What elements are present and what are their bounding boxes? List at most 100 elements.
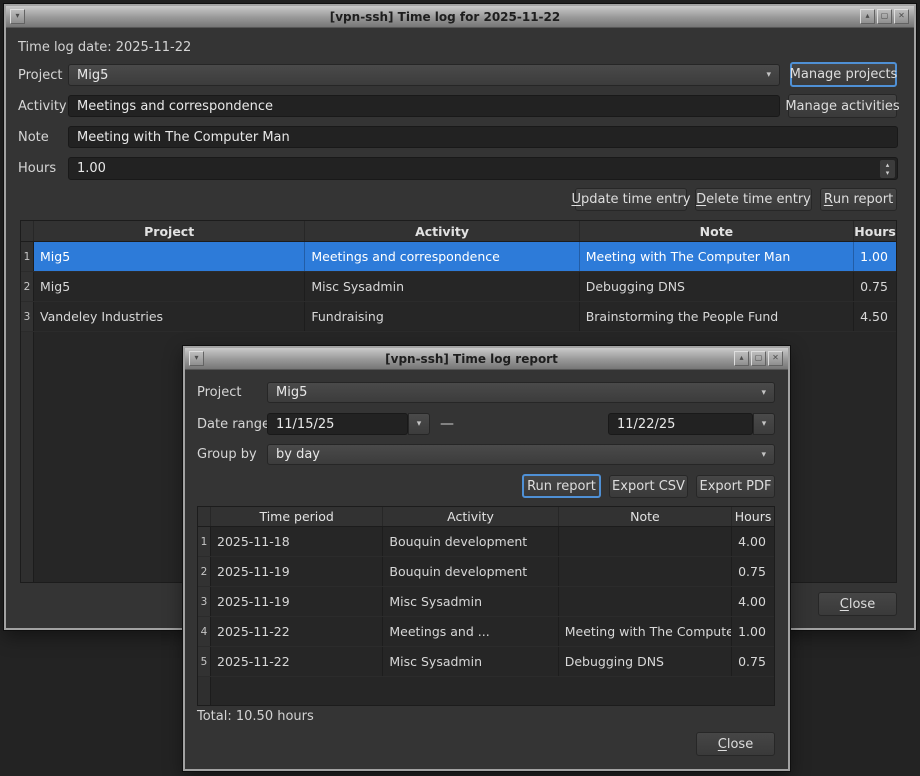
cell-note: Meeting with The Computer Man [580, 242, 854, 271]
col-header-note[interactable]: Note [559, 507, 732, 526]
cell-hours: 1.00 [854, 242, 896, 271]
export-csv-label: Export CSV [612, 479, 685, 494]
window-menu-icon[interactable]: ▾ [10, 9, 25, 24]
maximize-icon[interactable]: ▢ [751, 351, 766, 366]
chevron-down-icon: ▾ [762, 419, 767, 429]
report-project-combobox[interactable]: Mig5 ▾ [267, 382, 775, 403]
col-header-activity[interactable]: Activity [305, 221, 579, 241]
shade-icon[interactable]: ▴ [860, 9, 875, 24]
spinner-buttons[interactable]: ▴ ▾ [880, 160, 895, 178]
report-titlebar[interactable]: ▾ [vpn-ssh] Time log report ▴ ▢ ✕ [185, 348, 788, 370]
cell-note [559, 557, 732, 586]
close-icon[interactable]: ✕ [894, 9, 909, 24]
row-header-strip [198, 677, 211, 705]
report-window: ▾ [vpn-ssh] Time log report ▴ ▢ ✕ Projec… [183, 346, 790, 771]
report-table-row[interactable]: 5 2025-11-22 Misc Sysadmin Debugging DNS… [198, 647, 774, 677]
cell-note: Brainstorming the People Fund [580, 302, 854, 331]
row-number: 1 [21, 242, 34, 271]
row-number: 2 [198, 557, 211, 586]
group-by-value: by day [276, 447, 320, 462]
cell-note: Debugging DNS [580, 272, 854, 301]
cell-time-period: 2025-11-22 [211, 647, 383, 676]
group-by-combobox[interactable]: by day ▾ [267, 444, 775, 465]
update-label: pdate time entry [581, 192, 691, 207]
main-close-button[interactable]: Close [818, 592, 897, 616]
cell-project: Mig5 [34, 242, 305, 271]
window-menu-icon[interactable]: ▾ [189, 351, 204, 366]
col-header-time-period[interactable]: Time period [211, 507, 383, 526]
note-input[interactable]: Meeting with The Computer Man [68, 126, 898, 148]
time-log-date-text: Time log date: 2025-11-22 [18, 39, 191, 55]
export-csv-button[interactable]: Export CSV [609, 475, 688, 498]
date-from-input[interactable]: 11/15/25 [267, 413, 408, 435]
cell-time-period: 2025-11-19 [211, 587, 383, 616]
cell-activity: Meetings and ... [383, 617, 558, 646]
run-report-button[interactable]: Run report [820, 188, 897, 211]
activity-input-value: Meetings and correspondence [77, 99, 273, 114]
col-header-hours[interactable]: Hours [854, 221, 896, 241]
cell-hours: 0.75 [854, 272, 896, 301]
export-pdf-label: Export PDF [699, 479, 771, 494]
project-combobox[interactable]: Mig5 ▾ [68, 64, 780, 86]
row-number: 3 [198, 587, 211, 616]
report-table-row[interactable]: 3 2025-11-19 Misc Sysadmin 4.00 [198, 587, 774, 617]
row-number: 3 [21, 302, 34, 331]
update-mnemonic: U [571, 192, 581, 207]
cell-activity: Misc Sysadmin [383, 587, 558, 616]
col-header-project[interactable]: Project [34, 221, 305, 241]
maximize-icon[interactable]: ▢ [877, 9, 892, 24]
report-table-row[interactable]: 2 2025-11-19 Bouquin development 0.75 [198, 557, 774, 587]
date-range-label: Date range [197, 413, 270, 435]
hours-spinbox[interactable]: 1.00 ▴ ▾ [68, 157, 898, 180]
group-by-label: Group by [197, 444, 257, 465]
main-titlebar[interactable]: ▾ [vpn-ssh] Time log for 2025-11-22 ▴ ▢ … [6, 6, 914, 28]
manage-projects-button[interactable]: Manage projects [790, 62, 897, 87]
report-project-label: Project [197, 382, 241, 403]
col-header-note[interactable]: Note [580, 221, 854, 241]
report-table: Time period Activity Note Hours 1 2025-1… [197, 506, 775, 706]
update-time-entry-button[interactable]: Update time entry [575, 188, 687, 211]
report-window-title: [vpn-ssh] Time log report [215, 348, 728, 369]
cell-hours: 0.75 [732, 557, 774, 586]
date-from-dropdown-button[interactable]: ▾ [408, 413, 430, 435]
shade-icon[interactable]: ▴ [734, 351, 749, 366]
spin-down-icon[interactable]: ▾ [886, 169, 890, 177]
note-input-value: Meeting with The Computer Man [77, 130, 290, 145]
chevron-down-icon: ▾ [417, 419, 422, 429]
table-row[interactable]: 2 Mig5 Misc Sysadmin Debugging DNS 0.75 [21, 272, 896, 302]
delete-time-entry-button[interactable]: Delete time entry [695, 188, 812, 211]
report-run-report-button[interactable]: Run report [522, 474, 601, 498]
spin-up-icon[interactable]: ▴ [886, 161, 890, 169]
cell-project: Mig5 [34, 272, 305, 301]
cell-note [559, 527, 732, 556]
run-report-mnemonic: R [824, 192, 833, 207]
date-to-input[interactable]: 11/22/25 [608, 413, 753, 435]
table-row[interactable]: 1 Mig5 Meetings and correspondence Meeti… [21, 242, 896, 272]
date-to-dropdown-button[interactable]: ▾ [753, 413, 775, 435]
cell-note: Debugging DNS [559, 647, 732, 676]
hours-spinbox-value: 1.00 [77, 161, 106, 176]
cell-hours: 4.50 [854, 302, 896, 331]
report-table-row[interactable]: 4 2025-11-22 Meetings and ... Meeting wi… [198, 617, 774, 647]
col-header-activity[interactable]: Activity [383, 507, 558, 526]
cell-time-period: 2025-11-18 [211, 527, 383, 556]
cell-time-period: 2025-11-22 [211, 617, 383, 646]
activity-input[interactable]: Meetings and correspondence [68, 95, 780, 117]
main-window-title: [vpn-ssh] Time log for 2025-11-22 [36, 6, 854, 27]
col-header-hours[interactable]: Hours [732, 507, 774, 526]
report-close-button[interactable]: Close [696, 732, 775, 756]
chevron-down-icon: ▾ [766, 70, 771, 80]
row-number: 4 [198, 617, 211, 646]
hours-label: Hours [18, 157, 56, 180]
cell-note [559, 587, 732, 616]
cell-hours: 4.00 [732, 587, 774, 616]
report-table-row[interactable]: 1 2025-11-18 Bouquin development 4.00 [198, 527, 774, 557]
close-icon[interactable]: ✕ [768, 351, 783, 366]
table-row[interactable]: 3 Vandeley Industries Fundraising Brains… [21, 302, 896, 332]
export-pdf-button[interactable]: Export PDF [696, 475, 775, 498]
manage-activities-button[interactable]: Manage activities [788, 94, 897, 118]
cell-activity: Fundraising [305, 302, 579, 331]
row-number: 2 [21, 272, 34, 301]
row-header-strip [21, 332, 34, 582]
manage-projects-label: Manage projects [790, 67, 898, 82]
